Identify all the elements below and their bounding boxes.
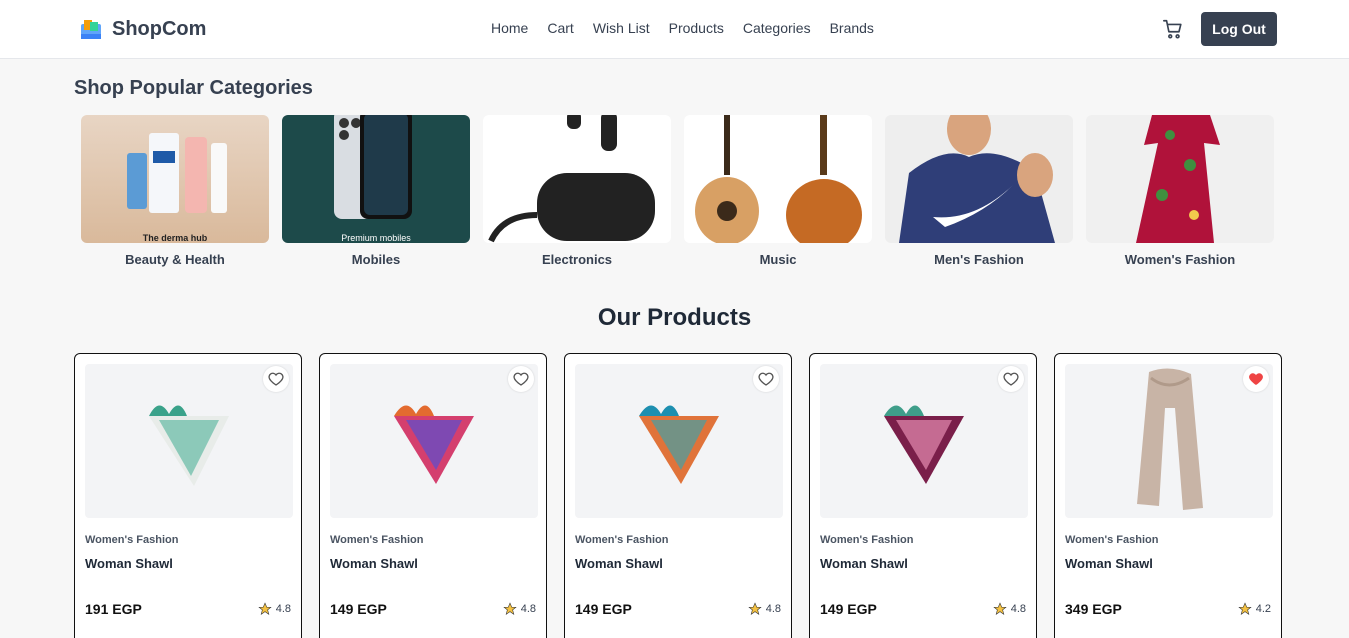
nav-cart[interactable]: Cart — [547, 20, 573, 36]
product-category: Women's Fashion — [820, 534, 914, 546]
category-label: Electronics — [541, 252, 613, 267]
rating-value: 4.8 — [1010, 603, 1026, 615]
category-caption: The derma hub — [142, 233, 208, 243]
product-image — [820, 364, 1028, 518]
star-icon — [748, 602, 762, 615]
product-card[interactable]: Women's Fashion Woman Shawl 349 EGP 4.2 — [1054, 353, 1282, 638]
category-label: Beauty & Health — [125, 252, 225, 267]
product-rating: 4.8 — [993, 602, 1026, 616]
rating-value: 4.8 — [765, 603, 781, 615]
category-label: Men's Fashion — [934, 252, 1024, 267]
category-womens-fashion[interactable]: Women's Fashion — [1086, 115, 1274, 267]
product-image — [575, 364, 783, 518]
product-title: Woman Shawl — [575, 556, 663, 571]
product-rating: 4.2 — [1238, 602, 1271, 616]
category-image: Premium mobiles — [282, 115, 470, 243]
category-image — [885, 115, 1073, 243]
product-card[interactable]: Women's Fashion Woman Shawl 149 EGP 4.8 — [809, 353, 1037, 638]
cart-icon[interactable] — [1162, 18, 1184, 40]
shop-logo-icon — [81, 20, 101, 39]
category-mens-fashion[interactable]: Men's Fashion — [885, 115, 1073, 267]
category-label: Music — [759, 252, 797, 267]
heart-outline-icon — [1003, 372, 1019, 386]
nav-brands[interactable]: Brands — [830, 20, 874, 36]
category-image — [1086, 115, 1274, 243]
product-price: 149 EGP — [820, 601, 877, 617]
product-title: Woman Shawl — [330, 556, 418, 571]
category-slider: The derma hub Beauty & Health Premium mo… — [81, 115, 1274, 267]
logout-button[interactable]: Log Out — [1201, 12, 1277, 46]
product-title: Woman Shawl — [85, 556, 173, 571]
product-grid: Women's Fashion Woman Shawl 191 EGP 4.8 … — [74, 353, 1282, 638]
brand-name: ShopCom — [112, 17, 207, 40]
category-image — [483, 115, 671, 243]
wishlist-button[interactable] — [1243, 366, 1269, 392]
star-icon — [993, 602, 1007, 615]
products-title: Our Products — [597, 304, 752, 331]
star-icon — [258, 602, 272, 615]
product-image — [330, 364, 538, 518]
nav-products[interactable]: Products — [669, 20, 724, 36]
heart-outline-icon — [268, 372, 284, 386]
product-image — [85, 364, 293, 518]
category-image — [684, 115, 872, 243]
wishlist-button[interactable] — [508, 366, 534, 392]
star-icon — [1238, 602, 1252, 615]
category-music[interactable]: Music — [684, 115, 872, 267]
product-card[interactable]: Women's Fashion Woman Shawl 149 EGP 4.8 — [319, 353, 547, 638]
rating-value: 4.8 — [520, 603, 536, 615]
categories-title: Shop Popular Categories — [74, 77, 313, 99]
category-beauty-health[interactable]: The derma hub Beauty & Health — [81, 115, 269, 267]
wishlist-button[interactable] — [263, 366, 289, 392]
category-image: The derma hub — [81, 115, 269, 243]
navbar: ShopCom Home Cart Wish List Products Cat… — [0, 0, 1349, 59]
heart-filled-icon — [1249, 373, 1263, 385]
heart-outline-icon — [513, 372, 529, 386]
category-electronics[interactable]: Electronics — [483, 115, 671, 267]
product-price: 349 EGP — [1065, 601, 1122, 617]
nav-home[interactable]: Home — [491, 20, 528, 36]
rating-value: 4.8 — [275, 603, 291, 615]
category-caption: Premium mobiles — [341, 233, 411, 243]
product-price: 149 EGP — [575, 601, 632, 617]
product-category: Women's Fashion — [330, 534, 424, 546]
product-category: Women's Fashion — [575, 534, 669, 546]
heart-outline-icon — [758, 372, 774, 386]
product-title: Woman Shawl — [1065, 556, 1153, 571]
nav-links: Home Cart Wish List Products Categories … — [491, 20, 874, 36]
star-icon — [503, 602, 517, 615]
product-price: 191 EGP — [85, 601, 142, 617]
product-rating: 4.8 — [258, 602, 291, 616]
brand[interactable]: ShopCom — [78, 16, 206, 42]
product-title: Woman Shawl — [820, 556, 908, 571]
category-mobiles[interactable]: Premium mobiles Mobiles — [282, 115, 470, 267]
product-price: 149 EGP — [330, 601, 387, 617]
category-label: Mobiles — [351, 252, 401, 267]
product-category: Women's Fashion — [85, 534, 179, 546]
product-category: Women's Fashion — [1065, 534, 1159, 546]
wishlist-button[interactable] — [753, 366, 779, 392]
product-card[interactable]: Women's Fashion Woman Shawl 191 EGP 4.8 — [74, 353, 302, 638]
wishlist-button[interactable] — [998, 366, 1024, 392]
category-label: Women's Fashion — [1124, 252, 1236, 267]
product-card[interactable]: Women's Fashion Woman Shawl 149 EGP 4.8 — [564, 353, 792, 638]
rating-value: 4.2 — [1255, 603, 1271, 615]
nav-categories[interactable]: Categories — [743, 20, 811, 36]
nav-wishlist[interactable]: Wish List — [593, 20, 650, 36]
product-rating: 4.8 — [503, 602, 536, 616]
product-rating: 4.8 — [748, 602, 781, 616]
product-image — [1065, 364, 1273, 518]
